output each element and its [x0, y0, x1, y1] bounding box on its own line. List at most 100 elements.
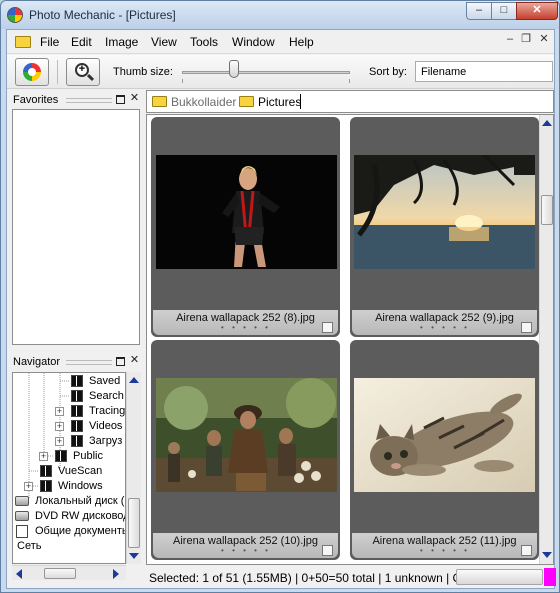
- title-bar[interactable]: Photo Mechanic - [Pictures] – □ ✕: [1, 1, 559, 29]
- toolbar-separator: [57, 60, 58, 84]
- text-caret: [300, 94, 301, 109]
- navigator-hscroll-thumb[interactable]: [44, 568, 76, 579]
- rating-dots[interactable]: • • • • •: [218, 324, 274, 332]
- photo-tropical-sunset: [354, 155, 535, 269]
- tree-item-label: Windows: [58, 480, 103, 492]
- scroll-up-icon[interactable]: [542, 120, 552, 126]
- favorites-grip[interactable]: [66, 98, 112, 103]
- thumbnail-image[interactable]: [354, 378, 535, 492]
- thumbnail-cell[interactable]: Airena wallapack 252 (8).jpg • • • • •: [151, 117, 340, 337]
- tree-item-label: Videos: [89, 420, 123, 432]
- tree-item-vuescan[interactable]: VueScan: [13, 464, 125, 479]
- expand-icon[interactable]: +: [55, 422, 64, 431]
- close-button[interactable]: ✕: [516, 2, 558, 20]
- navigator-tree[interactable]: Saved Search + Tracing + Videos + Загруз: [12, 372, 126, 564]
- thumbnail-cell[interactable]: Airena wallapack 252 (9).jpg • • • • •: [350, 117, 539, 337]
- scroll-down-icon[interactable]: [542, 552, 552, 558]
- thumbnail-image[interactable]: [354, 155, 535, 269]
- expand-icon[interactable]: +: [55, 407, 64, 416]
- expand-icon[interactable]: +: [55, 437, 64, 446]
- menu-edit[interactable]: Edit: [71, 35, 92, 49]
- tree-item-videos[interactable]: + Videos: [13, 419, 125, 434]
- window-title: Photo Mechanic - [Pictures]: [29, 8, 176, 22]
- tree-item-network[interactable]: Сеть: [13, 539, 125, 554]
- menu-image[interactable]: Image: [105, 35, 138, 49]
- mdi-close-button[interactable]: ✕: [537, 33, 551, 47]
- thumbnail-cell[interactable]: Airena wallapack 252 (10).jpg • • • • •: [151, 340, 340, 560]
- rating-dots[interactable]: • • • • •: [218, 547, 274, 555]
- folder-icon: [71, 435, 83, 447]
- scroll-up-icon[interactable]: [129, 377, 139, 383]
- status-color-swatch: [544, 568, 556, 586]
- tree-item-label: Локальный диск (: [35, 495, 125, 507]
- photo-pirates-scene: [156, 378, 337, 492]
- rating-dots[interactable]: • • • • •: [417, 547, 473, 555]
- navigator-title: Navigator: [13, 356, 61, 368]
- navigator-grip[interactable]: [66, 360, 112, 365]
- breadcrumb: Bukkollaider Pictures: [146, 90, 554, 113]
- photo-tabby-cat: [354, 378, 535, 492]
- minimize-button[interactable]: –: [466, 2, 492, 20]
- folder-icon[interactable]: [15, 36, 31, 48]
- tree-item-local-disk[interactable]: Локальный диск (: [13, 494, 125, 509]
- grid-vscroll-thumb[interactable]: [541, 195, 553, 225]
- tree-item-label: VueScan: [58, 465, 103, 477]
- tree-item-search[interactable]: Search: [13, 389, 125, 404]
- thumbnail-image[interactable]: [156, 378, 337, 492]
- grid-vscrollbar[interactable]: [539, 115, 553, 564]
- mdi-minimize-button[interactable]: –: [503, 33, 517, 47]
- rating-dots[interactable]: • • • • •: [417, 324, 473, 332]
- expand-icon[interactable]: +: [24, 482, 33, 491]
- menu-help[interactable]: Help: [289, 35, 314, 49]
- tree-item-downloads[interactable]: + Загруз: [13, 434, 125, 449]
- maximize-button[interactable]: □: [491, 2, 517, 20]
- folder-icon: [71, 405, 83, 417]
- navigator-hscrollbar[interactable]: [12, 565, 126, 580]
- tree-item-tracing[interactable]: + Tracing: [13, 404, 125, 419]
- thumbnail-image[interactable]: [156, 155, 337, 269]
- tree-item-label: Saved: [89, 375, 121, 387]
- tag-checkbox[interactable]: [521, 545, 532, 556]
- folder-icon: [71, 420, 83, 432]
- menu-window[interactable]: Window: [232, 35, 275, 49]
- app-icon[interactable]: [7, 7, 23, 23]
- favorites-panel[interactable]: [12, 109, 140, 345]
- tag-checkbox[interactable]: [521, 322, 532, 333]
- menu-tools[interactable]: Tools: [190, 35, 218, 49]
- tag-checkbox[interactable]: [322, 545, 333, 556]
- toolbar: + Thumb size: Sort by: Filename: [7, 55, 554, 89]
- app-window: Photo Mechanic - [Pictures] – □ ✕ File E…: [0, 0, 560, 593]
- tree-item-public[interactable]: + Public: [13, 449, 125, 464]
- favorites-maximize-button[interactable]: [116, 95, 125, 104]
- breadcrumb-item-pictures[interactable]: Pictures: [258, 95, 301, 109]
- navigator-vscrollbar[interactable]: [126, 372, 141, 564]
- sort-by-select[interactable]: Filename: [415, 61, 553, 82]
- thumb-size-slider-track[interactable]: [182, 71, 350, 74]
- scroll-down-icon[interactable]: [129, 553, 139, 559]
- menu-view[interactable]: View: [151, 35, 177, 49]
- scroll-left-icon[interactable]: [16, 569, 22, 579]
- zoom-button[interactable]: +: [66, 58, 100, 86]
- expand-icon[interactable]: +: [39, 452, 48, 461]
- thumb-size-slider-handle[interactable]: [229, 60, 240, 78]
- folder-icon: [239, 96, 254, 107]
- color-class-button[interactable]: [15, 58, 49, 86]
- thumbnail-grid[interactable]: Airena wallapack 252 (8).jpg • • • • • A…: [146, 114, 554, 565]
- scroll-right-icon[interactable]: [113, 569, 119, 579]
- tree-item-windows[interactable]: + Windows: [13, 479, 125, 494]
- tree-item-dvd[interactable]: DVD RW дисковод: [13, 509, 125, 524]
- navigator-header: Navigator ✕: [12, 354, 140, 370]
- breadcrumb-item-bukkollaider[interactable]: Bukkollaider: [171, 95, 236, 109]
- tag-checkbox[interactable]: [322, 322, 333, 333]
- favorites-close-button[interactable]: ✕: [129, 93, 140, 104]
- status-text: Selected: 1 of 51 (1.55MB) | 0+50=50 tot…: [149, 571, 477, 585]
- navigator-close-button[interactable]: ✕: [129, 355, 140, 366]
- tree-item-saved[interactable]: Saved: [13, 374, 125, 389]
- navigator-maximize-button[interactable]: [116, 357, 125, 366]
- thumbnail-cell[interactable]: Airena wallapack 252 (11).jpg • • • • •: [350, 340, 539, 560]
- navigator-vscroll-thumb[interactable]: [128, 498, 140, 548]
- tree-item-shared-docs[interactable]: Общие документы: [13, 524, 125, 539]
- folder-icon: [71, 375, 83, 387]
- mdi-restore-button[interactable]: ❐: [519, 33, 533, 47]
- menu-file[interactable]: File: [40, 35, 59, 49]
